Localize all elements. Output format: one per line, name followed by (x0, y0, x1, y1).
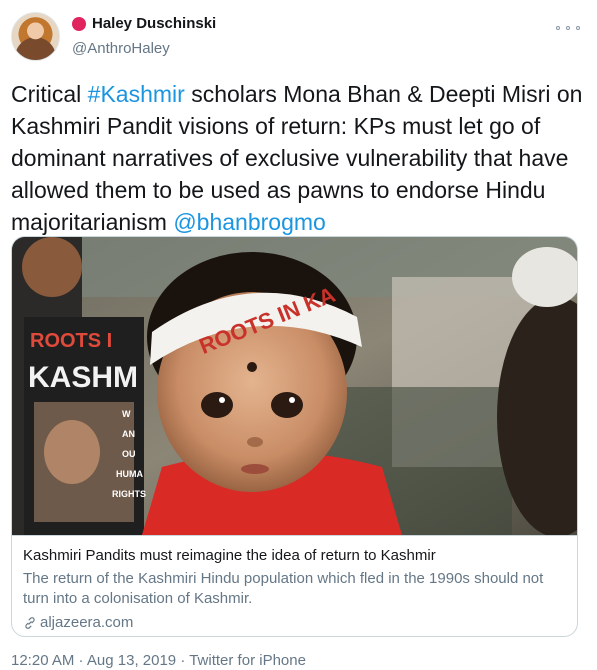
poster-word-4: HUMA (116, 469, 143, 479)
link-preview-card[interactable]: ROOTS I KASHM W AN OU HUMA RIGHTS ROOTS … (11, 236, 578, 637)
avatar[interactable] (11, 12, 60, 61)
card-image[interactable]: ROOTS I KASHM W AN OU HUMA RIGHTS ROOTS … (12, 237, 578, 535)
author-row: Haley Duschinski (72, 15, 216, 32)
tweet: Haley Duschinski @AnthroHaley Critical #… (0, 0, 597, 670)
poster-word-1: W (122, 409, 131, 419)
card-domain: aljazeera.com (40, 614, 134, 631)
protest-sign: ROOTS I KASHM W AN OU HUMA RIGHTS (24, 317, 146, 535)
hashtag-link[interactable]: #Kashmir (88, 81, 185, 107)
tweet-metadata: 12:20 AM · Aug 13, 2019 · Twitter for iP… (11, 652, 306, 669)
tweet-time[interactable]: 12:20 AM (11, 652, 74, 669)
left-sign-big-text: KASHM (28, 361, 138, 394)
card-domain-row: aljazeera.com (23, 614, 133, 631)
left-sign-top-text: ROOTS I (30, 330, 112, 352)
tweet-source[interactable]: Twitter for iPhone (189, 652, 306, 669)
tweet-text-prefix: Critical (11, 81, 88, 107)
mention-link[interactable]: @bhanbrogmo (173, 209, 326, 235)
tweet-text: Critical #Kashmir scholars Mona Bhan & D… (11, 78, 591, 238)
meta-separator-2: · (176, 652, 190, 669)
tweet-date[interactable]: Aug 13, 2019 (87, 652, 176, 669)
meta-separator-1: · (74, 652, 87, 669)
poster-word-3: OU (122, 449, 136, 459)
card-description: The return of the Kashmiri Hindu populat… (23, 570, 544, 607)
more-options-icon[interactable] (556, 22, 580, 34)
poster-word-5: RIGHTS (112, 489, 146, 499)
poster-word-2: AN (122, 429, 135, 439)
card-text-area[interactable]: Kashmiri Pandits must reimagine the idea… (12, 535, 577, 636)
red-circle-emoji-icon (72, 16, 86, 31)
author-display-name[interactable]: Haley Duschinski (92, 15, 216, 32)
author-handle[interactable]: @AnthroHaley (72, 40, 170, 57)
link-icon (25, 616, 35, 629)
card-title[interactable]: Kashmiri Pandits must reimagine the idea… (23, 547, 436, 564)
